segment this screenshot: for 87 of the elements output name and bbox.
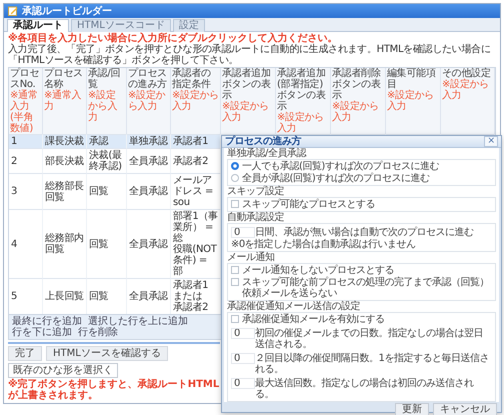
notice-text: ※各項目を入力したい場合に入力所にダブルクリックして入力ください。 xyxy=(8,33,339,44)
column-note: ※通常入力 xyxy=(44,90,82,112)
checkbox[interactable] xyxy=(231,200,239,208)
section-label: メール通知 xyxy=(227,252,276,263)
option-label: 承認催促通知メールを有効にする xyxy=(242,314,384,325)
cell-line: 承認者1 または xyxy=(173,280,210,302)
column-title: 承認者の指定条件 xyxy=(172,68,212,90)
table-cell: 部長決裁 xyxy=(43,148,87,173)
table-cell: 1 xyxy=(9,134,43,148)
done-button[interactable]: 完了 xyxy=(8,346,42,361)
row-action-link[interactable]: 行を下に追加 xyxy=(12,327,72,338)
tab[interactable]: 設定 xyxy=(172,19,205,32)
table-cell: 4 xyxy=(9,209,43,278)
window-title: 承認ルートビルダー xyxy=(22,6,112,16)
table-cell: 単独承認 xyxy=(127,134,171,148)
checkbox[interactable] xyxy=(231,278,239,286)
checkbox[interactable] xyxy=(231,266,239,274)
table-cell: 回覧 xyxy=(87,209,127,278)
table-cell: 総務部内回覧 xyxy=(43,209,87,278)
table-cell: 承認 xyxy=(87,134,127,148)
row-action-link[interactable]: 行を削除 xyxy=(78,327,118,338)
cancel-button[interactable]: キャンセル xyxy=(433,403,497,415)
template-select[interactable]: 既存のひな形を選択く xyxy=(8,363,118,378)
table-cell: 回覧 xyxy=(87,278,127,314)
table-cell: 上長回覧 xyxy=(43,278,87,314)
table-cell: 総務部長回覧 xyxy=(43,173,87,209)
row-action-link[interactable]: 最終に行を追加 xyxy=(12,316,82,327)
option-label: 全員が承認(回覧)すれば次のプロセスに進む xyxy=(242,173,430,184)
table-cell: メールアドレス = sou xyxy=(171,173,221,209)
column-note: ※設定から入力 xyxy=(332,101,380,123)
table-cell: 全員承認 xyxy=(127,209,171,278)
column-note: ※設定から入力 xyxy=(442,79,490,101)
table-cell: 2 xyxy=(9,148,43,173)
field-description: 最大送信回数。指定なしの場合は初回のみ送信される。 xyxy=(255,378,475,400)
cell-line: 部署1（事業所） = 総 xyxy=(173,211,218,244)
field-description: ２回目以降の催促間隔日数。1を指定すると毎日送信される。 xyxy=(255,353,490,375)
option-label: スキップ可能な前プロセスの処理の完了まで承認（回覧）依頼メールを送らない xyxy=(242,277,490,299)
column-note: ※設定から入力 xyxy=(128,90,166,112)
column-note: ※設定から入力 xyxy=(387,90,435,112)
section-label: 承認催促通知メール送信の設定 xyxy=(227,301,361,312)
warning-text: ※完了ボタンを押しますと、承認ルートHTMLが上書きされます。 xyxy=(8,379,220,401)
column-note: ※設定から入力 xyxy=(172,90,219,112)
table-cell: 全員承認 xyxy=(127,173,171,209)
checkbox[interactable] xyxy=(231,315,239,323)
column-note: ※設定から入力 xyxy=(88,90,118,123)
update-button[interactable]: 更新 xyxy=(395,403,429,415)
column-note: ※設定から入力 xyxy=(222,101,270,123)
field-description: 初回の催促メールまでの日数。指定なしの場合は翌日送信される。 xyxy=(255,328,484,350)
column-title: プロセスNo. xyxy=(10,68,40,90)
column-title: プロセス名称 xyxy=(44,68,84,90)
table-cell: 承認者2 xyxy=(171,148,221,173)
column-title: その他設定 xyxy=(442,68,492,79)
dialog-title: プロセスの進み方 xyxy=(225,136,301,147)
table-cell: 5 xyxy=(9,278,43,314)
table-cell: 回覧 xyxy=(87,173,127,209)
section-label: 自動承認設定 xyxy=(227,212,285,223)
column-title: 承認者削除ボタンの表示 xyxy=(332,68,382,101)
radio-button[interactable] xyxy=(231,174,239,182)
option-label: スキップ可能なプロセスとする xyxy=(242,199,375,210)
table-cell: 3 xyxy=(9,173,43,209)
field-description: 日間、承認が無い場合は自動で次のプロセスに進む xyxy=(255,227,474,238)
section-label: スキップ設定 xyxy=(227,186,285,197)
table-cell: 承認者1 xyxy=(171,134,221,148)
notepad-icon xyxy=(8,6,18,16)
table-cell: 課長決裁 xyxy=(43,134,87,148)
tab[interactable]: 承認ルート xyxy=(7,19,69,32)
table-cell: 決裁(最終承認) xyxy=(87,148,127,173)
note-text: ※0を指定した場合は自動承認は行いません xyxy=(231,239,417,250)
option-label: 一人でも承認(回覧)すれば次のプロセスに進む xyxy=(242,161,439,172)
column-title: 承認者追加ボタンの表示 xyxy=(222,68,272,101)
row-action-link[interactable]: 選択した行を上に追加 xyxy=(88,316,188,327)
instructions-text: 入力完了後、「完了」ボタンを押すとひな形の承認ルートに自動的に生成されます。HTMLを確認したい場合に「HTMLソースを確認する」ボタンを押して下さい。 xyxy=(8,44,492,66)
option-label: メール通知をしないプロセスとする xyxy=(242,265,394,276)
column-note: ※設定から入力 xyxy=(277,112,325,134)
column-title: プロセスの進み方 xyxy=(128,68,168,90)
column-title: 承認/回覧 xyxy=(88,68,122,90)
close-button[interactable]: × xyxy=(484,136,498,147)
table-cell: 全員承認 xyxy=(127,278,171,314)
column-title: 承認者追加(部署指定)ボタンの表示 xyxy=(277,68,327,112)
table-cell: 全員承認 xyxy=(127,148,171,173)
column-title: 編集可能項目 xyxy=(387,68,437,90)
column-note: ※通常入力 (半角数値) xyxy=(10,90,38,134)
view-html-button[interactable]: HTMLソースを確認する xyxy=(46,346,168,361)
radio-button[interactable] xyxy=(231,162,239,170)
cell-line: 役職(NOT条件) = 部 xyxy=(173,244,218,277)
section-label: 単独承認/全員承認 xyxy=(227,148,308,159)
cell-line: 承認者2 xyxy=(173,302,210,313)
